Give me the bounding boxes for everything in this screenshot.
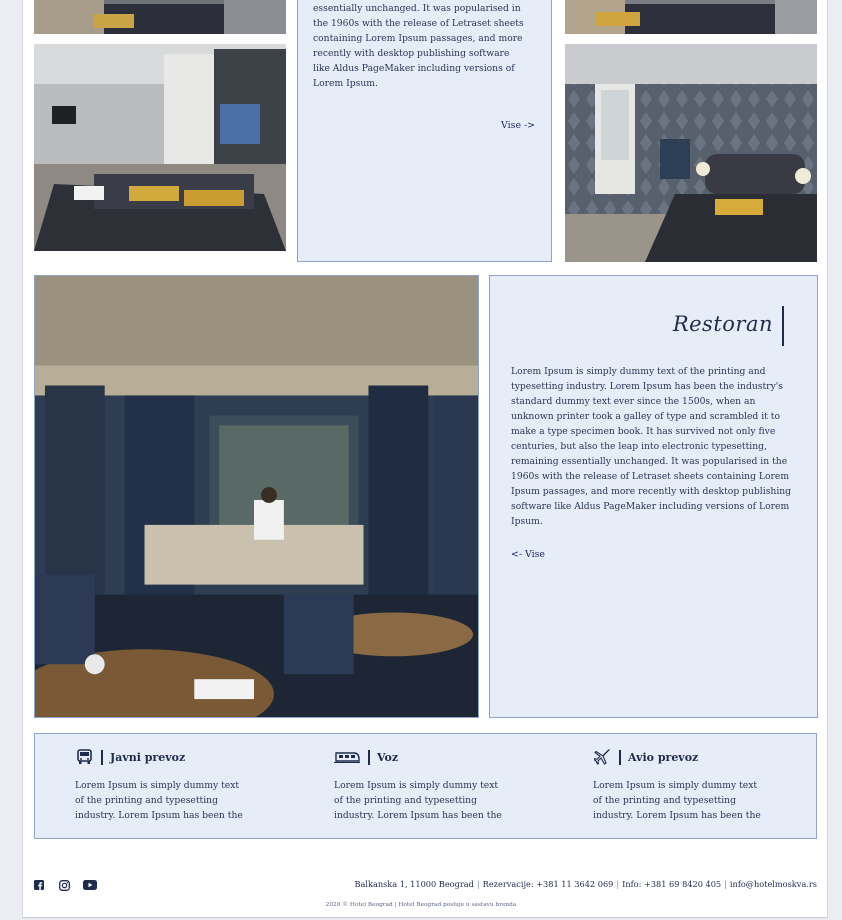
contact-info: Balkanska 1, 11000 Beograd | Rezervacije: … [354, 879, 817, 889]
transport-divider [619, 749, 621, 765]
email-link[interactable]: info@hotelmoskva.rs [730, 879, 817, 889]
separator: | [616, 879, 620, 889]
transport-divider [101, 749, 103, 765]
room-photo-top-right [565, 0, 817, 34]
social-links [33, 879, 97, 891]
rooms-description-panel: essentially unchanged. It was popularise… [297, 0, 552, 262]
youtube-icon[interactable] [83, 879, 97, 891]
info-phone-text[interactable]: Info: +381 69 8420 405 [622, 879, 721, 889]
transport-divider [368, 749, 370, 765]
rooms-more-link[interactable]: Vise -> [501, 120, 535, 131]
room-photo-left [34, 44, 286, 251]
title-divider [782, 306, 784, 346]
transport-item-bus: Javni prevoz Lorem Ipsum is simply dummy… [75, 748, 265, 823]
rooms-description-text: essentially unchanged. It was popularise… [313, 3, 524, 89]
room-photo-top-left [34, 0, 286, 34]
transport-title: Voz [377, 750, 399, 764]
transport-text: Lorem Ipsum is simply dummy text of the … [334, 780, 502, 821]
copyright-text: 2020 © Hotel Beograd | Hotel Beograd pos… [325, 902, 517, 908]
transport-item-plane: Avio prevoz Lorem Ipsum is simply dummy … [593, 748, 783, 823]
restaurant-more-link[interactable]: <- Vise [511, 549, 545, 560]
train-icon [334, 749, 360, 765]
transport-item-train: Voz Lorem Ipsum is simply dummy text of … [334, 748, 524, 823]
transport-section: Javni prevoz Lorem Ipsum is simply dummy… [34, 733, 817, 839]
bus-icon [75, 749, 93, 765]
transport-text: Lorem Ipsum is simply dummy text of the … [75, 780, 243, 821]
separator: | [724, 879, 727, 889]
transport-title: Javni prevoz [110, 750, 186, 764]
reservations-text[interactable]: Rezervacije: +381 11 3642 069 [483, 879, 614, 889]
transport-text: Lorem Ipsum is simply dummy text of the … [593, 780, 761, 821]
restaurant-photo [34, 275, 479, 718]
facebook-icon[interactable] [33, 879, 45, 891]
transport-title: Avio prevoz [628, 750, 699, 764]
restaurant-panel: Restoran Lorem Ipsum is simply dummy tex… [489, 275, 818, 718]
address-text: Balkanska 1, 11000 Beograd [354, 879, 474, 889]
restaurant-title: Restoran [672, 312, 773, 336]
transport-header: Voz [334, 748, 524, 766]
restaurant-description: Lorem Ipsum is simply dummy text of the … [511, 366, 792, 527]
transport-header: Javni prevoz [75, 748, 265, 766]
room-photo-right [565, 44, 817, 262]
instagram-icon[interactable] [58, 879, 70, 891]
transport-header: Avio prevoz [593, 748, 783, 766]
separator: | [476, 879, 480, 889]
plane-icon [593, 749, 611, 765]
